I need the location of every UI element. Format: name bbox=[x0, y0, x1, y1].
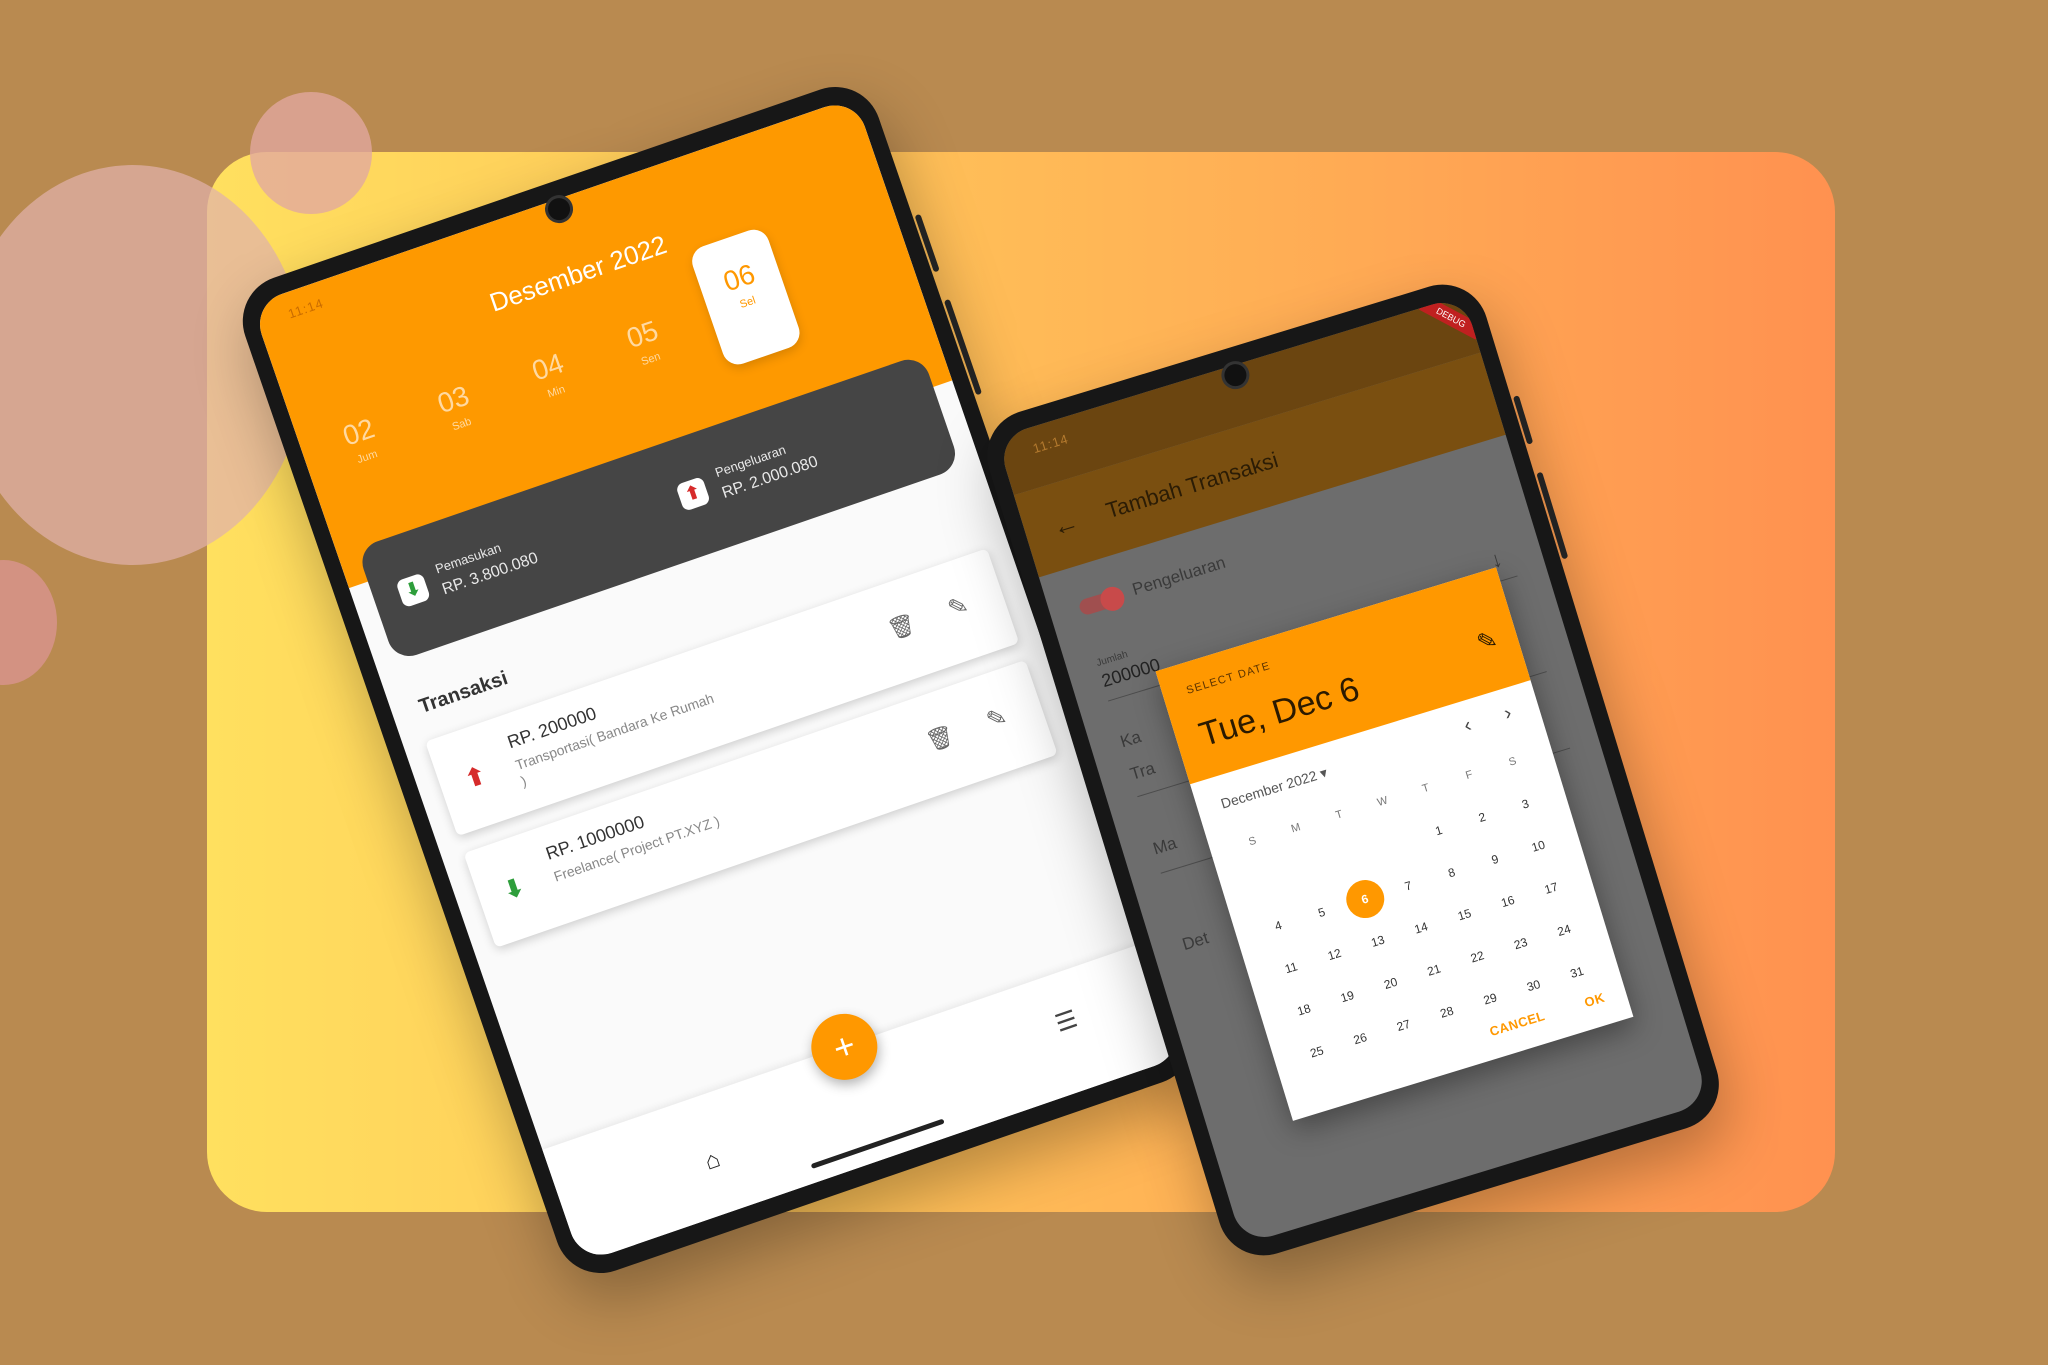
weekday-label: F bbox=[1464, 768, 1475, 782]
calendar-day[interactable]: 11 bbox=[1267, 944, 1314, 991]
trash-icon[interactable]: 🗑 bbox=[923, 722, 958, 756]
calendar-day[interactable]: 26 bbox=[1336, 1015, 1383, 1062]
dropdown-arrow-icon: ▾ bbox=[1317, 764, 1330, 782]
weekday-label: T bbox=[1334, 808, 1345, 822]
weekday-label: W bbox=[1375, 794, 1390, 810]
calendar-day[interactable]: 19 bbox=[1324, 973, 1371, 1020]
calendar-day bbox=[1328, 833, 1375, 880]
calendar-day[interactable]: 27 bbox=[1380, 1002, 1427, 1049]
calendar-day[interactable]: 31 bbox=[1553, 949, 1600, 996]
calendar-day[interactable]: 13 bbox=[1354, 918, 1401, 965]
pencil-icon[interactable]: ✎ bbox=[944, 590, 972, 624]
select-date-label: SELECT DATE bbox=[1184, 659, 1272, 697]
calendar-day[interactable]: 16 bbox=[1484, 878, 1531, 925]
weekday-label: S bbox=[1247, 834, 1258, 849]
day-item-selected[interactable]: 06 Sel bbox=[687, 225, 804, 369]
category-value-fragment: Tra bbox=[1127, 758, 1158, 784]
pencil-icon[interactable]: ✎ bbox=[1473, 625, 1501, 659]
calendar-day bbox=[1242, 860, 1289, 907]
calendar-day[interactable]: 25 bbox=[1293, 1028, 1340, 1075]
chevron-left-icon[interactable]: ‹ bbox=[1461, 714, 1474, 738]
weekday-label: S bbox=[1507, 755, 1518, 769]
debug-badge: DEBUG bbox=[1418, 295, 1484, 340]
calendar-day[interactable]: 24 bbox=[1540, 907, 1587, 954]
calendar-day[interactable]: 21 bbox=[1410, 946, 1457, 993]
calendar-day[interactable]: 12 bbox=[1311, 931, 1358, 978]
decor-bubble-small bbox=[250, 92, 372, 214]
calendar-day[interactable]: 22 bbox=[1454, 933, 1501, 980]
status-time: 11:14 bbox=[286, 295, 326, 322]
toggle-knob bbox=[1097, 583, 1128, 614]
back-arrow-icon[interactable]: ← bbox=[1049, 506, 1083, 543]
decor-bubble-edge bbox=[0, 560, 57, 685]
income-icon: ⬇ bbox=[395, 572, 431, 608]
calendar-day[interactable]: 20 bbox=[1367, 960, 1414, 1007]
calendar-day-selected[interactable]: 6 bbox=[1341, 875, 1389, 923]
bottom-nav: ⌂ ☰ bbox=[542, 942, 1185, 1264]
date-picker-header: SELECT DATE Tue, Dec 6 ✎ bbox=[1155, 567, 1531, 785]
toggle-label: Pengeluaran bbox=[1129, 552, 1228, 600]
calendar-day bbox=[1372, 820, 1419, 867]
day-item[interactable]: 05 Sen bbox=[599, 307, 690, 378]
calendar-day[interactable]: 28 bbox=[1423, 988, 1470, 1035]
field-fragment: Ma bbox=[1150, 833, 1179, 859]
trash-icon[interactable]: 🗑 bbox=[884, 610, 919, 644]
calendar-day[interactable]: 7 bbox=[1385, 862, 1432, 909]
day-item[interactable]: 02 Jum bbox=[316, 404, 407, 475]
category-label-fragment: Ka bbox=[1117, 727, 1144, 752]
pencil-icon[interactable]: ✎ bbox=[983, 702, 1011, 736]
calendar-day[interactable]: 29 bbox=[1467, 975, 1514, 1022]
arrow-up-icon: ⬆ bbox=[461, 761, 490, 794]
status-time: 11:14 bbox=[1030, 431, 1071, 457]
arrow-down-icon: ⬇ bbox=[500, 873, 528, 906]
calendar-day bbox=[1285, 847, 1332, 894]
list-icon[interactable]: ☰ bbox=[1052, 1004, 1082, 1038]
calendar-day[interactable]: 14 bbox=[1397, 904, 1444, 951]
income-summary: ⬇ Pemasukan RP. 3.800.080 bbox=[393, 530, 540, 613]
calendar-day[interactable]: 2 bbox=[1458, 794, 1505, 841]
expense-icon: ⬆ bbox=[675, 475, 711, 512]
calendar-day[interactable]: 23 bbox=[1497, 920, 1544, 967]
calendar-day[interactable]: 3 bbox=[1502, 780, 1549, 827]
page-title: Tambah Transaksi bbox=[1102, 447, 1281, 524]
calendar-day[interactable]: 5 bbox=[1298, 889, 1345, 936]
type-toggle[interactable] bbox=[1077, 583, 1128, 617]
field-fragment: Det bbox=[1179, 928, 1211, 955]
calendar-day[interactable]: 9 bbox=[1471, 836, 1518, 883]
calendar-day[interactable]: 30 bbox=[1510, 962, 1557, 1009]
ok-button[interactable]: OK bbox=[1583, 990, 1607, 1010]
calendar-day[interactable]: 1 bbox=[1415, 807, 1462, 854]
section-title: Transaksi bbox=[416, 667, 511, 719]
weekday-label: T bbox=[1420, 781, 1431, 796]
calendar-day[interactable]: 18 bbox=[1280, 986, 1327, 1033]
chevron-right-icon[interactable]: › bbox=[1501, 702, 1514, 726]
calendar-day[interactable]: 10 bbox=[1515, 822, 1562, 869]
expense-summary: ⬆ Pengeluaran RP. 2.000.080 bbox=[673, 433, 820, 516]
day-item[interactable]: 04 Min bbox=[505, 339, 596, 410]
calendar-day[interactable]: 15 bbox=[1441, 891, 1488, 938]
calendar-day[interactable]: 17 bbox=[1527, 864, 1574, 911]
home-icon[interactable]: ⌂ bbox=[701, 1145, 724, 1176]
day-item[interactable]: 03 Sab bbox=[410, 372, 501, 443]
gesture-bar bbox=[810, 1118, 945, 1169]
weekday-label: M bbox=[1289, 821, 1302, 836]
date-picker-dialog: SELECT DATE Tue, Dec 6 ✎ December 2022 ▾… bbox=[1155, 567, 1634, 1121]
calendar-day[interactable]: 4 bbox=[1255, 902, 1302, 949]
calendar-day[interactable]: 8 bbox=[1428, 849, 1475, 896]
